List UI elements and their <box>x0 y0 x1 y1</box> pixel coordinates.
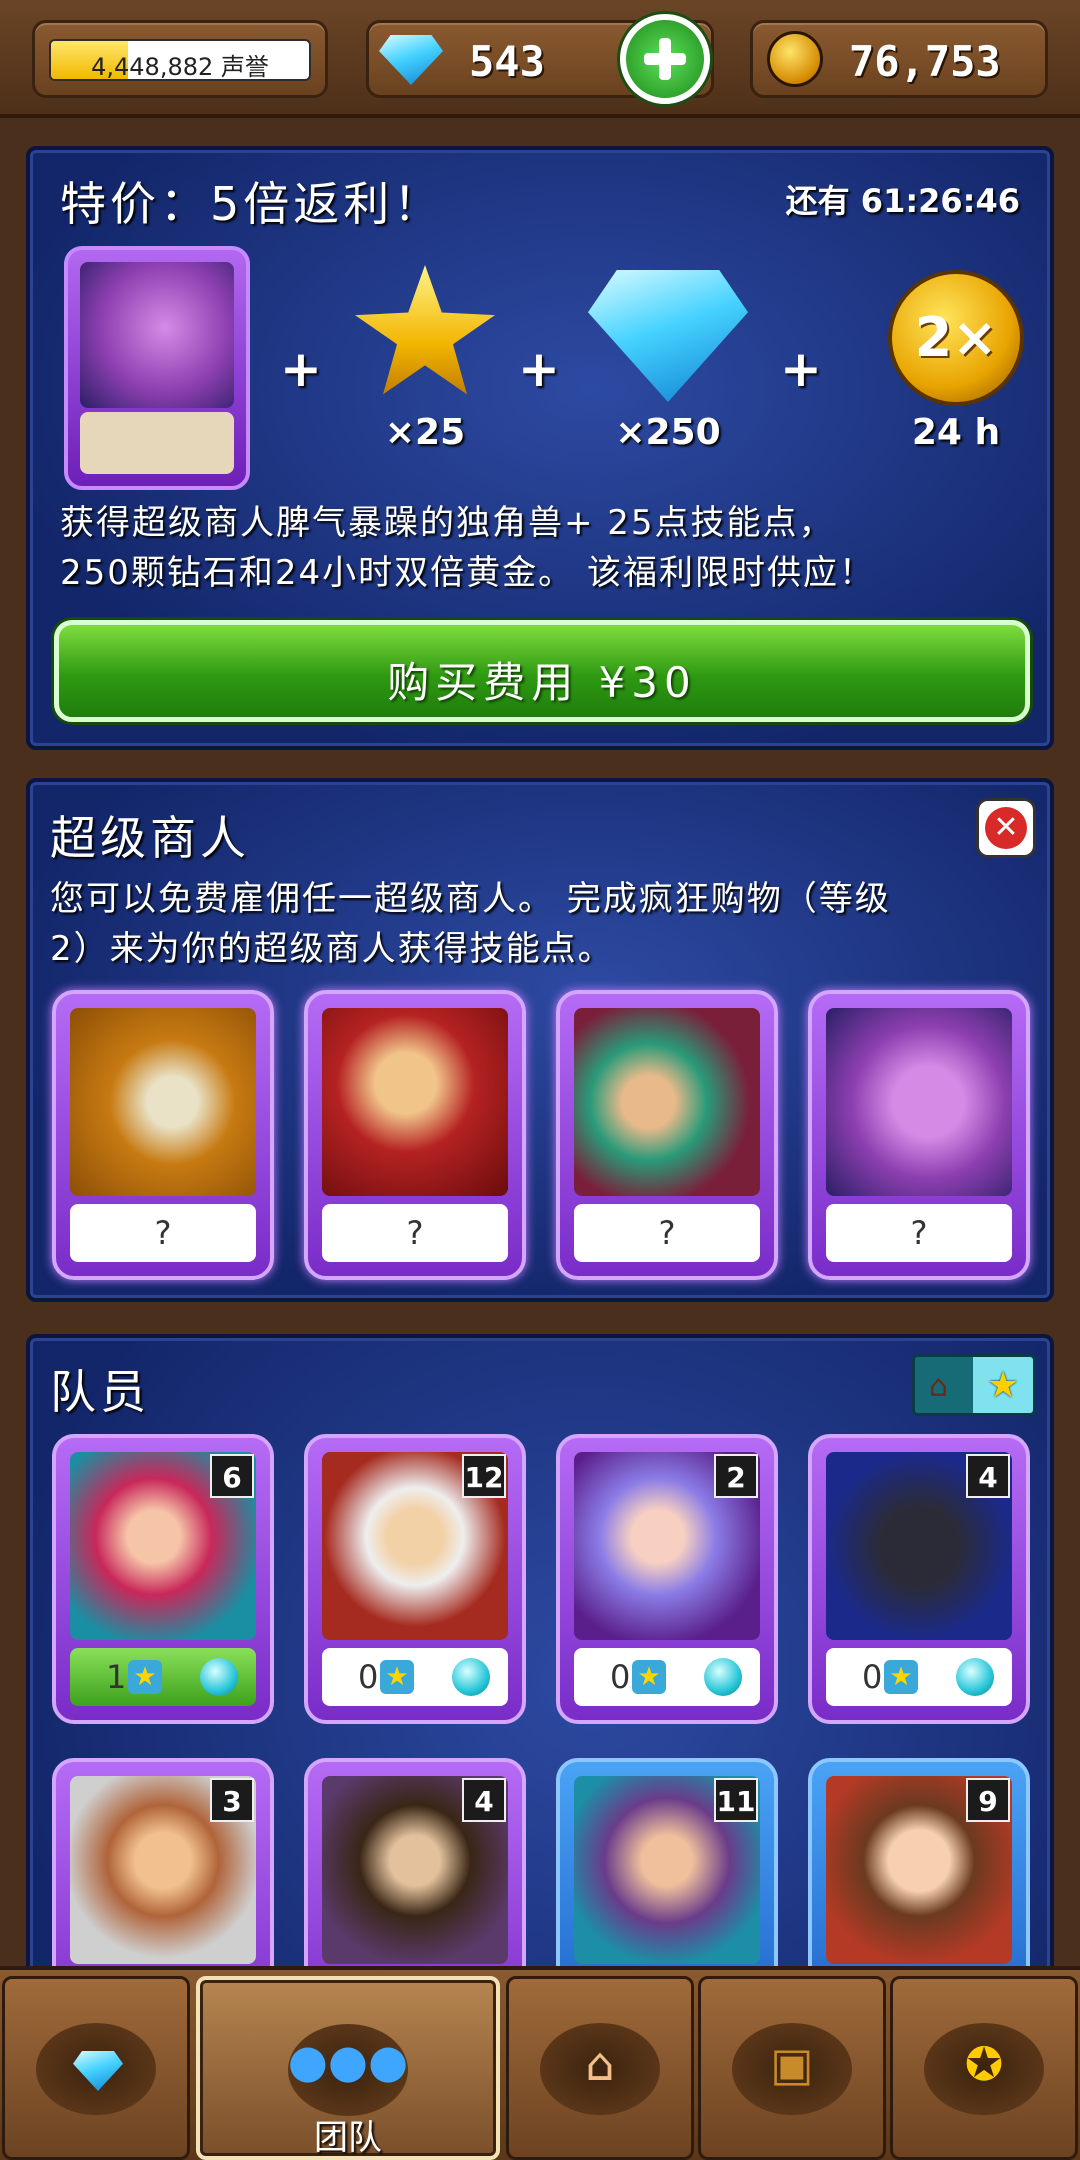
member-level: 4 <box>966 1454 1010 1498</box>
buy-offer-button[interactable]: 购买费用 ¥30 <box>54 620 1030 722</box>
team-member-card[interactable]: 6 1 ★ <box>52 1434 274 1724</box>
gentleman-portrait <box>322 1008 508 1196</box>
double-gold-coin-icon: 2× <box>888 270 1024 406</box>
sort-by-stars[interactable]: ★ <box>973 1357 1033 1413</box>
skill-orb-icon <box>200 1658 238 1696</box>
skeleton-portrait <box>70 1008 256 1196</box>
star-reward-label: ×25 <box>384 412 466 453</box>
skill-star-icon: ★ <box>380 1660 414 1694</box>
star-icon <box>355 265 495 395</box>
buy-button-label: 购买费用 ¥30 <box>387 658 697 707</box>
gem-count: 543 <box>469 37 545 86</box>
sort-by-building[interactable]: ⌂ <box>915 1357 973 1413</box>
member-star-count: 0 <box>610 1658 631 1696</box>
reputation-panel: 4,448,882 声誉 <box>32 20 328 98</box>
close-button[interactable] <box>976 798 1036 858</box>
treasure-chest-icon: ▣ <box>770 2037 814 2091</box>
unicorn-portrait <box>80 262 234 408</box>
member-level: 4 <box>462 1778 506 1822</box>
skill-orb-icon <box>704 1658 742 1696</box>
double-badge: 2× <box>914 306 998 369</box>
nav-tab-treasure[interactable]: ▣ <box>698 1976 886 2160</box>
sage-portrait <box>574 1008 760 1196</box>
super-merchant-text-line1: 您可以免费雇佣任一超级商人。 完成疯狂购物（等级 <box>50 879 891 919</box>
merchant-card-skeleton[interactable]: ? <box>52 990 274 1280</box>
member-level: 3 <box>210 1778 254 1822</box>
gold-coin-icon <box>767 31 823 87</box>
team-member-card[interactable]: 12 0 ★ <box>304 1434 526 1724</box>
super-merchant-title: 超级商人 <box>50 811 250 865</box>
member-star-count: 0 <box>862 1658 883 1696</box>
super-merchant-panel: 超级商人 您可以免费雇佣任一超级商人。 完成疯狂购物（等级 2）来为你的超级商人… <box>26 778 1054 1302</box>
offer-title: 特价：5倍返利！ <box>60 177 444 231</box>
team-icon: ●●● <box>287 2034 409 2088</box>
member-star-count: 0 <box>358 1658 379 1696</box>
member-stat-bar: 0 ★ <box>322 1648 508 1706</box>
skill-icons <box>80 412 234 474</box>
gem-icon <box>588 270 748 402</box>
member-star-count: 1 <box>106 1658 127 1696</box>
skill-star-icon: ★ <box>632 1660 666 1694</box>
team-title: 队员 <box>50 1365 150 1419</box>
skill-orb-icon <box>452 1658 490 1696</box>
gem-icon <box>379 35 443 85</box>
nav-tab-gems[interactable] <box>2 1976 190 2160</box>
bottom-navigation: ●●● 团队 ⌂ ▣ ✪ <box>0 1966 1080 2160</box>
unicorn-portrait <box>826 1008 1012 1196</box>
merchant-card-sage[interactable]: ? <box>556 990 778 1280</box>
skill-star-icon: ★ <box>884 1660 918 1694</box>
add-gems-button[interactable] <box>620 14 710 104</box>
member-stat-bar: 0 ★ <box>574 1648 760 1706</box>
member-level: 11 <box>714 1778 758 1822</box>
double-gold-duration: 24 h <box>911 412 1001 453</box>
sort-toggle[interactable]: ⌂ ★ <box>912 1354 1036 1416</box>
unicorn-card <box>64 246 250 490</box>
super-merchant-text-line2: 2）来为你的超级商人获得技能点。 <box>50 929 614 969</box>
merchant-card-unicorn[interactable]: ? <box>808 990 1030 1280</box>
skill-orb-icon <box>956 1658 994 1696</box>
gold-count: 76,753 <box>849 37 1001 86</box>
nav-tab-label: 团队 <box>314 2118 382 2158</box>
member-stat-bar: 1 ★ <box>70 1648 256 1706</box>
merchant-unknown-label: ? <box>322 1204 508 1262</box>
merchant-unknown-label: ? <box>70 1204 256 1262</box>
team-member-card[interactable]: 2 0 ★ <box>556 1434 778 1724</box>
medal-icon: ✪ <box>964 2037 1004 2091</box>
reputation-bar: 4,448,882 声誉 <box>49 39 311 81</box>
skill-star-icon: ★ <box>128 1660 162 1694</box>
member-stat-bar: 0 ★ <box>826 1648 1012 1706</box>
nav-tab-achievements[interactable]: ✪ <box>890 1976 1078 2160</box>
buildings-icon: ⌂ <box>585 2037 615 2091</box>
offer-description-line2: 250颗钻石和24小时双倍黄金。 该福利限时供应！ <box>60 553 875 593</box>
reputation-value: 4,448,882 声誉 <box>91 53 269 81</box>
team-member-card[interactable]: 4 0 ★ <box>808 1434 1030 1724</box>
plus-sign: + <box>280 340 322 398</box>
gem-reward-label: ×250 <box>615 412 721 453</box>
gold-panel: 76,753 <box>750 20 1048 98</box>
top-resource-bar: 4,448,882 声誉 543 76,753 <box>0 0 1080 118</box>
merchant-card-gentleman[interactable]: ? <box>304 990 526 1280</box>
merchant-unknown-label: ? <box>826 1204 1012 1262</box>
offer-timer: 还有 61:26:46 <box>785 182 1020 220</box>
merchant-unknown-label: ? <box>574 1204 760 1262</box>
nav-tab-buildings[interactable]: ⌂ <box>506 1976 694 2160</box>
home-icon: ⌂ <box>929 1369 949 1404</box>
member-level: 6 <box>210 1454 254 1498</box>
member-level: 12 <box>462 1454 506 1498</box>
member-level: 9 <box>966 1778 1010 1822</box>
plus-sign: + <box>780 340 822 398</box>
nav-tab-team[interactable]: ●●● 团队 <box>196 1976 500 2160</box>
star-icon: ★ <box>987 1365 1020 1406</box>
special-offer-panel: 特价：5倍返利！ 还有 61:26:46 + ×25 + ×250 + 2× 2… <box>26 146 1054 750</box>
offer-description-line1: 获得超级商人脾气暴躁的独角兽+ 25点技能点， <box>60 503 835 543</box>
plus-sign: + <box>518 340 560 398</box>
member-level: 2 <box>714 1454 758 1498</box>
